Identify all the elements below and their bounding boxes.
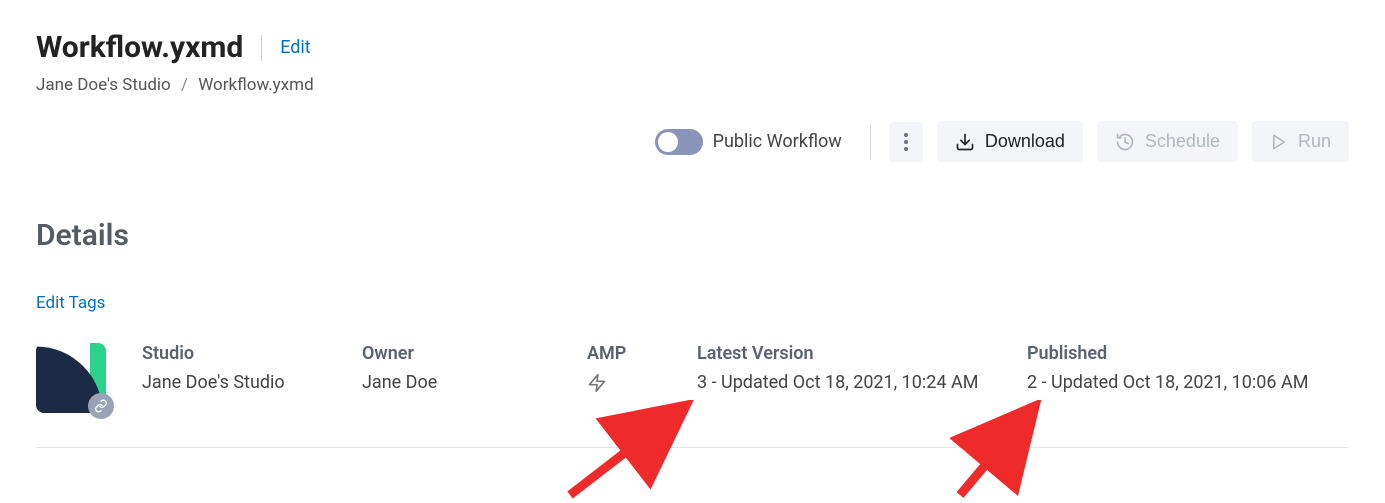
toolbar: Public Workflow Download S <box>36 121 1349 162</box>
breadcrumb-sep: / <box>175 75 194 95</box>
lightning-icon <box>587 372 607 394</box>
breadcrumb-current: Workflow.yxmd <box>198 75 313 95</box>
amp-value <box>587 372 697 399</box>
details-section-title: Details <box>36 218 1349 253</box>
owner-label: Owner <box>362 343 587 364</box>
workflow-page: Workflow.yxmd Edit Jane Doe's Studio / W… <box>0 0 1385 468</box>
detail-latest-version: Latest Version 3 - Updated Oct 18, 2021,… <box>697 343 1027 393</box>
published-number: 2 <box>1027 372 1037 393</box>
breadcrumb: Jane Doe's Studio / Workflow.yxmd <box>36 75 1349 95</box>
download-button[interactable]: Download <box>937 121 1083 162</box>
run-label: Run <box>1298 131 1331 152</box>
detail-studio: Studio Jane Doe's Studio <box>142 343 362 393</box>
link-icon <box>94 399 108 413</box>
published-value: 2 - Updated Oct 18, 2021, 10:06 AM <box>1027 372 1349 393</box>
latest-version-label: Latest Version <box>697 343 1027 364</box>
latest-version-value: 3 - Updated Oct 18, 2021, 10:24 AM <box>697 372 1027 393</box>
details-row: Studio Jane Doe's Studio Owner Jane Doe … <box>36 343 1349 448</box>
studio-label: Studio <box>142 343 362 364</box>
play-icon <box>1270 133 1288 151</box>
detail-amp: AMP <box>587 343 697 399</box>
edit-title-link[interactable]: Edit <box>280 37 310 58</box>
toggle-label: Public Workflow <box>713 131 842 152</box>
owner-value: Jane Doe <box>362 372 587 393</box>
more-actions-button[interactable] <box>889 122 923 162</box>
thumbnail-link-badge[interactable] <box>88 393 114 419</box>
breadcrumb-parent[interactable]: Jane Doe's Studio <box>36 75 171 95</box>
studio-value: Jane Doe's Studio <box>142 372 362 393</box>
latest-version-number: 3 <box>697 372 707 393</box>
more-vertical-icon <box>903 132 909 152</box>
public-workflow-toggle[interactable]: Public Workflow <box>655 129 842 155</box>
header: Workflow.yxmd Edit <box>36 30 1349 65</box>
detail-published: Published 2 - Updated Oct 18, 2021, 10:0… <box>1027 343 1349 393</box>
workflow-thumbnail <box>36 343 106 413</box>
download-icon <box>955 132 975 152</box>
schedule-button[interactable]: Schedule <box>1097 121 1238 162</box>
download-label: Download <box>985 131 1065 152</box>
schedule-label: Schedule <box>1145 131 1220 152</box>
toggle-thumb <box>658 132 678 152</box>
run-button[interactable]: Run <box>1252 121 1349 162</box>
toolbar-divider <box>870 124 871 160</box>
amp-label: AMP <box>587 343 697 364</box>
page-title: Workflow.yxmd <box>36 30 243 65</box>
edit-tags-link[interactable]: Edit Tags <box>36 293 105 313</box>
published-label: Published <box>1027 343 1349 364</box>
detail-owner: Owner Jane Doe <box>362 343 587 393</box>
toggle-track[interactable] <box>655 129 703 155</box>
title-divider <box>261 35 262 61</box>
published-rest: - Updated Oct 18, 2021, 10:06 AM <box>1037 372 1308 393</box>
latest-version-rest: - Updated Oct 18, 2021, 10:24 AM <box>707 372 978 393</box>
clock-history-icon <box>1115 132 1135 152</box>
